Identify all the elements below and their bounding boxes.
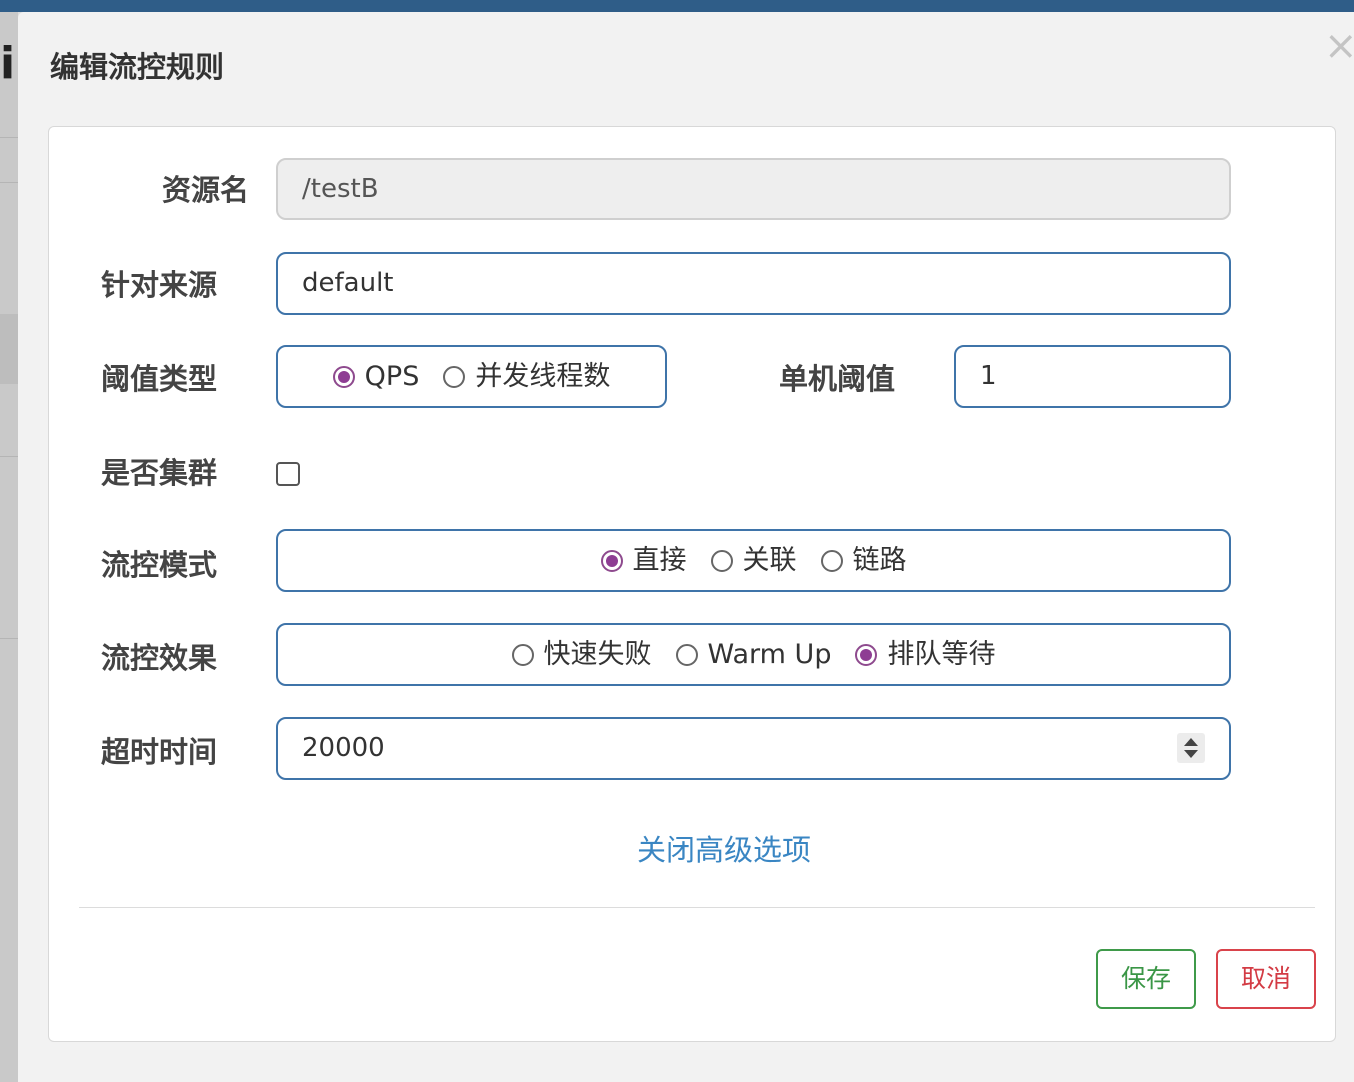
control-effect-label: 流控效果 [100,641,217,675]
radio-label: QPS [364,360,420,392]
radio-label: 关联 [742,544,797,576]
radio-checked-icon[interactable] [600,549,623,572]
save-button[interactable]: 保存 [1096,949,1196,1009]
radio-label: 快速失败 [543,638,652,670]
background-text: i [0,38,16,89]
radio-unchecked-icon[interactable] [820,549,843,572]
background-divider [0,137,18,138]
control-mode-option-chain[interactable]: 链路 [820,532,907,590]
form-panel: 资源名 /testB 针对来源 default 阈值类型 QPS 并发线程数 单… [48,126,1336,1042]
close-icon[interactable]: × [1324,26,1354,66]
threshold-type-option-qps[interactable]: QPS [332,348,420,406]
single-threshold-input[interactable]: 1 [954,345,1231,408]
resource-label: 资源名 [161,173,249,207]
resource-input: /testB [276,158,1231,220]
control-mode-option-direct[interactable]: 直接 [600,532,687,590]
radio-label: 链路 [852,544,907,576]
control-effect-option-fast-fail[interactable]: 快速失败 [511,626,652,684]
single-threshold-value: 1 [980,361,997,391]
timeout-value: 20000 [302,733,385,763]
number-spinner[interactable] [1177,733,1205,763]
timeout-input[interactable]: 20000 [276,717,1231,780]
radio-checked-icon[interactable] [332,365,355,388]
radio-label: 排队等待 [887,638,996,670]
radio-unchecked-icon[interactable] [511,643,534,666]
radio-label: 并发线程数 [475,360,611,392]
footer-divider [79,907,1315,908]
background-header-bar [0,0,1354,12]
close-advanced-options-link[interactable]: 关闭高级选项 [637,827,811,869]
threshold-type-label: 阈值类型 [100,362,217,396]
radio-unchecked-icon[interactable] [710,549,733,572]
background-shaded-row [0,314,18,384]
background-divider [0,638,18,639]
background-divider [0,182,18,183]
threshold-type-option-threads[interactable]: 并发线程数 [443,348,610,406]
radio-label: 直接 [632,544,687,576]
control-effect-radio-group: 快速失败 Warm Up 排队等待 [276,623,1231,686]
limit-app-label: 针对来源 [100,268,217,302]
control-effect-option-queue[interactable]: 排队等待 [855,626,995,684]
threshold-type-radio-group: QPS 并发线程数 [276,345,667,408]
background-page-strip [0,12,18,1082]
control-mode-option-relate[interactable]: 关联 [710,532,797,590]
radio-label: Warm Up [707,638,832,670]
limit-app-input[interactable]: default [276,252,1231,315]
increment-arrow-icon[interactable] [1184,738,1198,746]
control-effect-option-warm-up[interactable]: Warm Up [675,626,832,684]
decrement-arrow-icon[interactable] [1184,750,1198,758]
radio-unchecked-icon[interactable] [675,643,698,666]
timeout-label: 超时时间 [100,735,217,769]
control-mode-label: 流控模式 [100,548,217,582]
cluster-checkbox[interactable] [276,462,300,486]
limit-app-value: default [302,268,394,298]
resource-value: /testB [302,174,379,204]
cancel-button[interactable]: 取消 [1216,949,1316,1009]
single-threshold-label: 单机阈值 [778,362,895,396]
dialog-title: 编辑流控规则 [50,50,225,84]
radio-unchecked-icon[interactable] [443,365,466,388]
edit-flow-rule-dialog: 编辑流控规则 × 资源名 /testB 针对来源 default 阈值类型 QP… [18,12,1354,1082]
cluster-label: 是否集群 [100,456,217,490]
radio-checked-icon[interactable] [855,643,878,666]
control-mode-radio-group: 直接 关联 链路 [276,529,1231,592]
background-divider [0,456,18,457]
